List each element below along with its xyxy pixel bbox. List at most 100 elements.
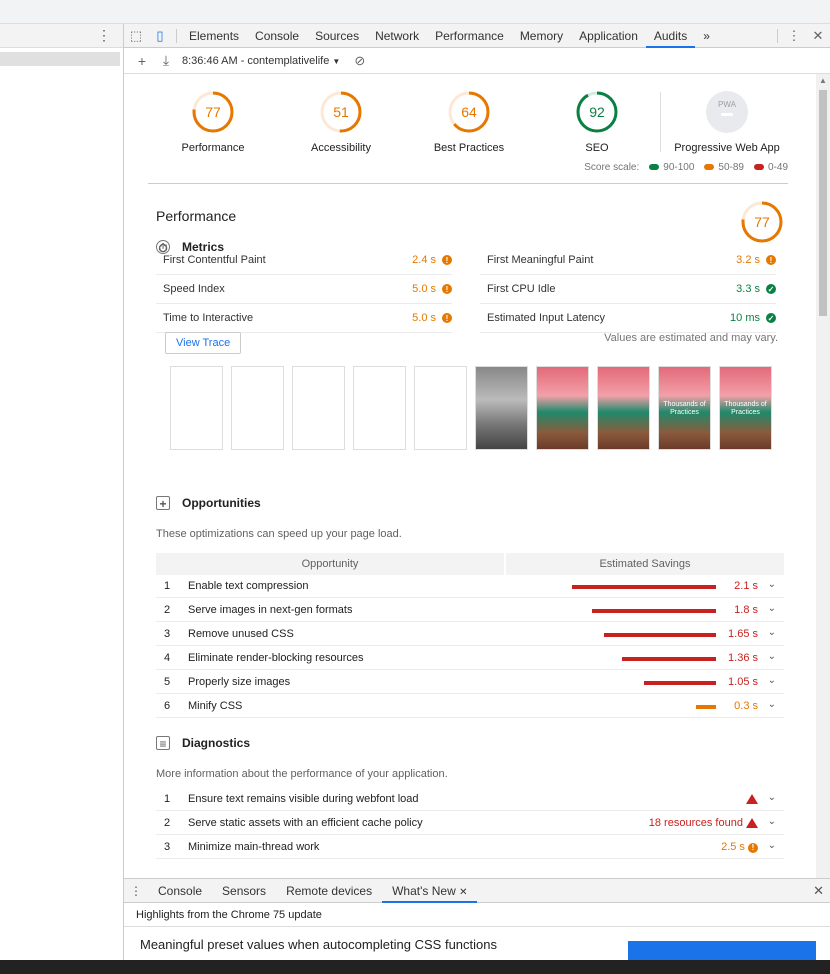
drawer-menu-icon[interactable]: ⋮ [124,884,148,898]
whats-new-image [628,941,816,961]
performance-score-gauge: 77 [740,200,784,247]
gauge-label: SEO [585,142,609,154]
diagnostic-row[interactable]: 2 Serve static assets with an efficient … [156,812,784,835]
filmstrip-frame [597,366,650,450]
savings-bar [572,633,716,637]
drawer-tab-remote-devices[interactable]: Remote devices [276,879,382,903]
device-toolbar-icon[interactable]: ▯ [148,24,172,48]
close-drawer-icon[interactable]: ✕ [813,883,824,899]
diagnostic-row[interactable]: 1 Ensure text remains visible during web… [156,788,784,811]
savings-bar [572,681,716,685]
opportunity-row[interactable]: 2 Serve images in next-gen formats 1.8 s ⌄ [156,599,784,622]
new-audit-icon[interactable]: + [130,53,154,69]
gauge-seo[interactable]: 92 SEO [532,90,662,154]
os-taskbar [0,960,830,974]
tab-audits[interactable]: Audits [645,24,696,48]
opportunity-row[interactable]: 1 Enable text compression 2.1 s ⌄ [156,575,784,598]
tab-network[interactable]: Network [367,24,427,48]
divider [176,28,177,43]
metric-fmp: First Meaningful Paint 3.2 s! [480,246,776,275]
whats-new-title[interactable]: Meaningful preset values when autocomple… [140,937,497,952]
score-scale-fail: 0-49 [753,162,788,173]
drawer-tab-sensors[interactable]: Sensors [212,879,276,903]
row-number: 6 [164,700,171,712]
gauge-ring-icon: 51 [320,91,362,133]
filmstrip-frame [292,366,345,450]
savings-value: 1.65 s [728,628,758,640]
scroll-up-icon: ▲ [819,76,827,85]
tab-sources[interactable]: Sources [307,24,367,48]
opportunity-row[interactable]: 6 Minify CSS 0.3 s ⌄ [156,695,784,718]
gauge-accessibility[interactable]: 51 Accessibility [276,90,406,154]
devtools-drawer: ⋮ Console Sensors Remote devices What's … [124,878,830,961]
opportunities-table-header: Opportunity Estimated Savings [156,553,784,575]
row-number: 2 [164,604,171,616]
score-scale: Score scale: 90-100 50-89 0-49 [584,162,788,173]
tab-application[interactable]: Application [571,24,646,48]
divider [777,29,778,43]
close-devtools-icon[interactable]: ✕ [806,24,830,48]
view-trace-button[interactable]: View Trace [165,332,242,354]
svg-text:77: 77 [754,214,770,230]
svg-text:77: 77 [205,104,221,120]
chevron-down-icon: ⌄ [767,603,776,614]
savings-bar [572,585,716,589]
score-scale-average: 50-89 [704,162,744,173]
opportunities-heading: + Opportunities [156,496,261,511]
row-number: 1 [164,580,171,592]
drawer-tab-console[interactable]: Console [148,879,212,903]
gauge-label: Performance [181,142,245,154]
metric-fcp: First Contentful Paint 2.4 s! [156,246,452,275]
report-scrollbar[interactable]: ▲ ▼ [816,74,830,902]
customize-devtools-icon[interactable]: ⋮ [782,24,806,48]
more-options-icon[interactable]: ⋮ [97,28,111,42]
opportunities-description: These optimizations can speed up your pa… [156,528,402,540]
chevron-down-icon: ⌄ [767,816,776,827]
savings-value: 1.36 s [728,652,758,664]
svg-text:PWA: PWA [718,100,737,109]
chevron-down-icon: ⌄ [767,840,776,851]
page-pane-toolbar: ⋮ [0,24,123,48]
tab-elements[interactable]: Elements [181,24,247,48]
clear-reports-icon[interactable]: ⊘ [354,53,365,69]
opportunity-row[interactable]: 4 Eliminate render-blocking resources 1.36… [156,647,784,670]
gauge-label: Progressive Web App [674,142,780,154]
clipboard-icon: ≡ [156,736,170,751]
report-select[interactable]: 8:36:46 AM - contemplativelife ▼ [182,55,340,67]
average-status-icon: ! [442,313,452,323]
filmstrip-frame: Thousands of Practices [658,366,711,450]
savings-value: 0.3 s [734,700,758,712]
lighthouse-report: 77 Performance 51 Accessibility 64 Best [124,74,830,902]
chevron-down-icon: ⌄ [767,579,776,590]
chevron-down-icon: ⌄ [767,651,776,662]
chevron-down-icon: ⌄ [767,699,776,710]
tab-console[interactable]: Console [247,24,307,48]
pass-check-icon: ✓ [766,284,776,294]
more-tabs-icon[interactable]: » [695,24,718,48]
svg-text:64: 64 [461,104,477,120]
devtools-controls: ⋮ ✕ [773,24,830,48]
opportunity-row[interactable]: 3 Remove unused CSS 1.65 s ⌄ [156,623,784,646]
pass-check-icon: ✓ [766,313,776,323]
score-scale-good: 90-100 [649,162,694,173]
download-report-icon[interactable]: ⤓ [154,52,178,69]
gauge-performance[interactable]: 77 Performance [148,90,278,154]
gauge-pwa[interactable]: PWA Progressive Web App [662,90,792,154]
tab-performance[interactable]: Performance [427,24,512,48]
col-savings: Estimated Savings [504,553,784,575]
chevron-down-icon: ⌄ [767,675,776,686]
diagnostic-row[interactable]: 3 Minimize main-thread work 2.5 s ! ⌄ [156,836,784,859]
svg-text:92: 92 [589,104,605,120]
inspect-element-icon[interactable]: ⬚ [124,24,148,48]
gauge-ring-icon: 77 [192,91,234,133]
average-status-icon: ! [748,842,758,853]
divider [660,92,661,152]
scrollbar-thumb[interactable] [819,90,827,316]
tab-memory[interactable]: Memory [512,24,571,48]
gauge-best-practices[interactable]: 64 Best Practices [404,90,534,154]
drawer-tab-whats-new[interactable]: What's New ✕ [382,879,478,903]
gauge-label: Best Practices [433,142,505,154]
drawer-tab-bar: ⋮ Console Sensors Remote devices What's … [124,879,830,903]
opportunity-row[interactable]: 5 Properly size images 1.05 s ⌄ [156,671,784,694]
savings-value: 1.8 s [734,604,758,616]
